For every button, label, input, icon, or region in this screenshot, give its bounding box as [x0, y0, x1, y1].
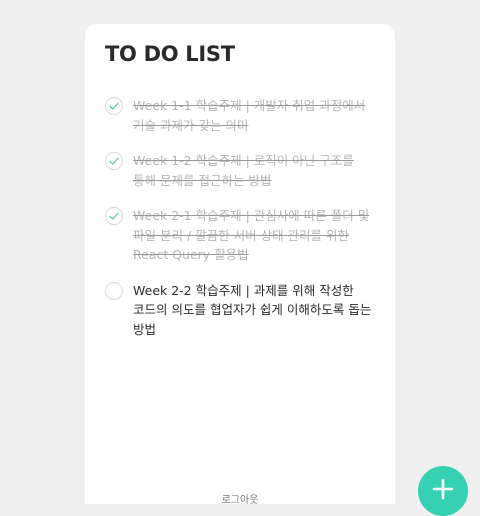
todo-checkbox[interactable]: [105, 281, 123, 300]
todo-item: Week 1-1 학습주제 | 개발자 취업 과정에서 기술 과제가 갖는 의미: [105, 96, 375, 135]
todo-item: Week 2-2 학습주제 | 과제를 위해 작성한 코드의 의도를 협업자가 …: [105, 281, 375, 340]
todo-item: Week 1-2 학습주제 | 로직이 아닌 구조를 통해 문제를 접근하는 방…: [105, 151, 375, 190]
todo-text[interactable]: Week 1-2 학습주제 | 로직이 아닌 구조를 통해 문제를 접근하는 방…: [133, 151, 375, 190]
todo-text[interactable]: Week 1-1 학습주제 | 개발자 취업 과정에서 기술 과제가 갖는 의미: [133, 96, 375, 135]
todo-text[interactable]: Week 2-1 학습주제 | 관심사에 따른 폴더 및 파일 분리 / 깔끔한…: [133, 206, 375, 265]
add-todo-button[interactable]: [418, 466, 468, 516]
todo-checkbox[interactable]: [105, 97, 123, 115]
todo-item: Week 2-1 학습주제 | 관심사에 따른 폴더 및 파일 분리 / 깔끔한…: [105, 206, 375, 265]
page-title: TO DO LIST: [105, 42, 235, 66]
todo-checkbox[interactable]: [105, 207, 123, 225]
todo-card: TO DO LIST Week 1-1 학습주제 | 개발자 취업 과정에서 기…: [85, 24, 395, 506]
plus-icon: [432, 478, 454, 500]
todo-checkbox[interactable]: [105, 152, 123, 170]
todo-list: Week 1-1 학습주제 | 개발자 취업 과정에서 기술 과제가 갖는 의미…: [105, 96, 375, 339]
todo-text[interactable]: Week 2-2 학습주제 | 과제를 위해 작성한 코드의 의도를 협업자가 …: [133, 281, 375, 340]
check-icon: [109, 212, 119, 220]
check-icon: [109, 157, 119, 165]
check-icon: [109, 102, 119, 110]
